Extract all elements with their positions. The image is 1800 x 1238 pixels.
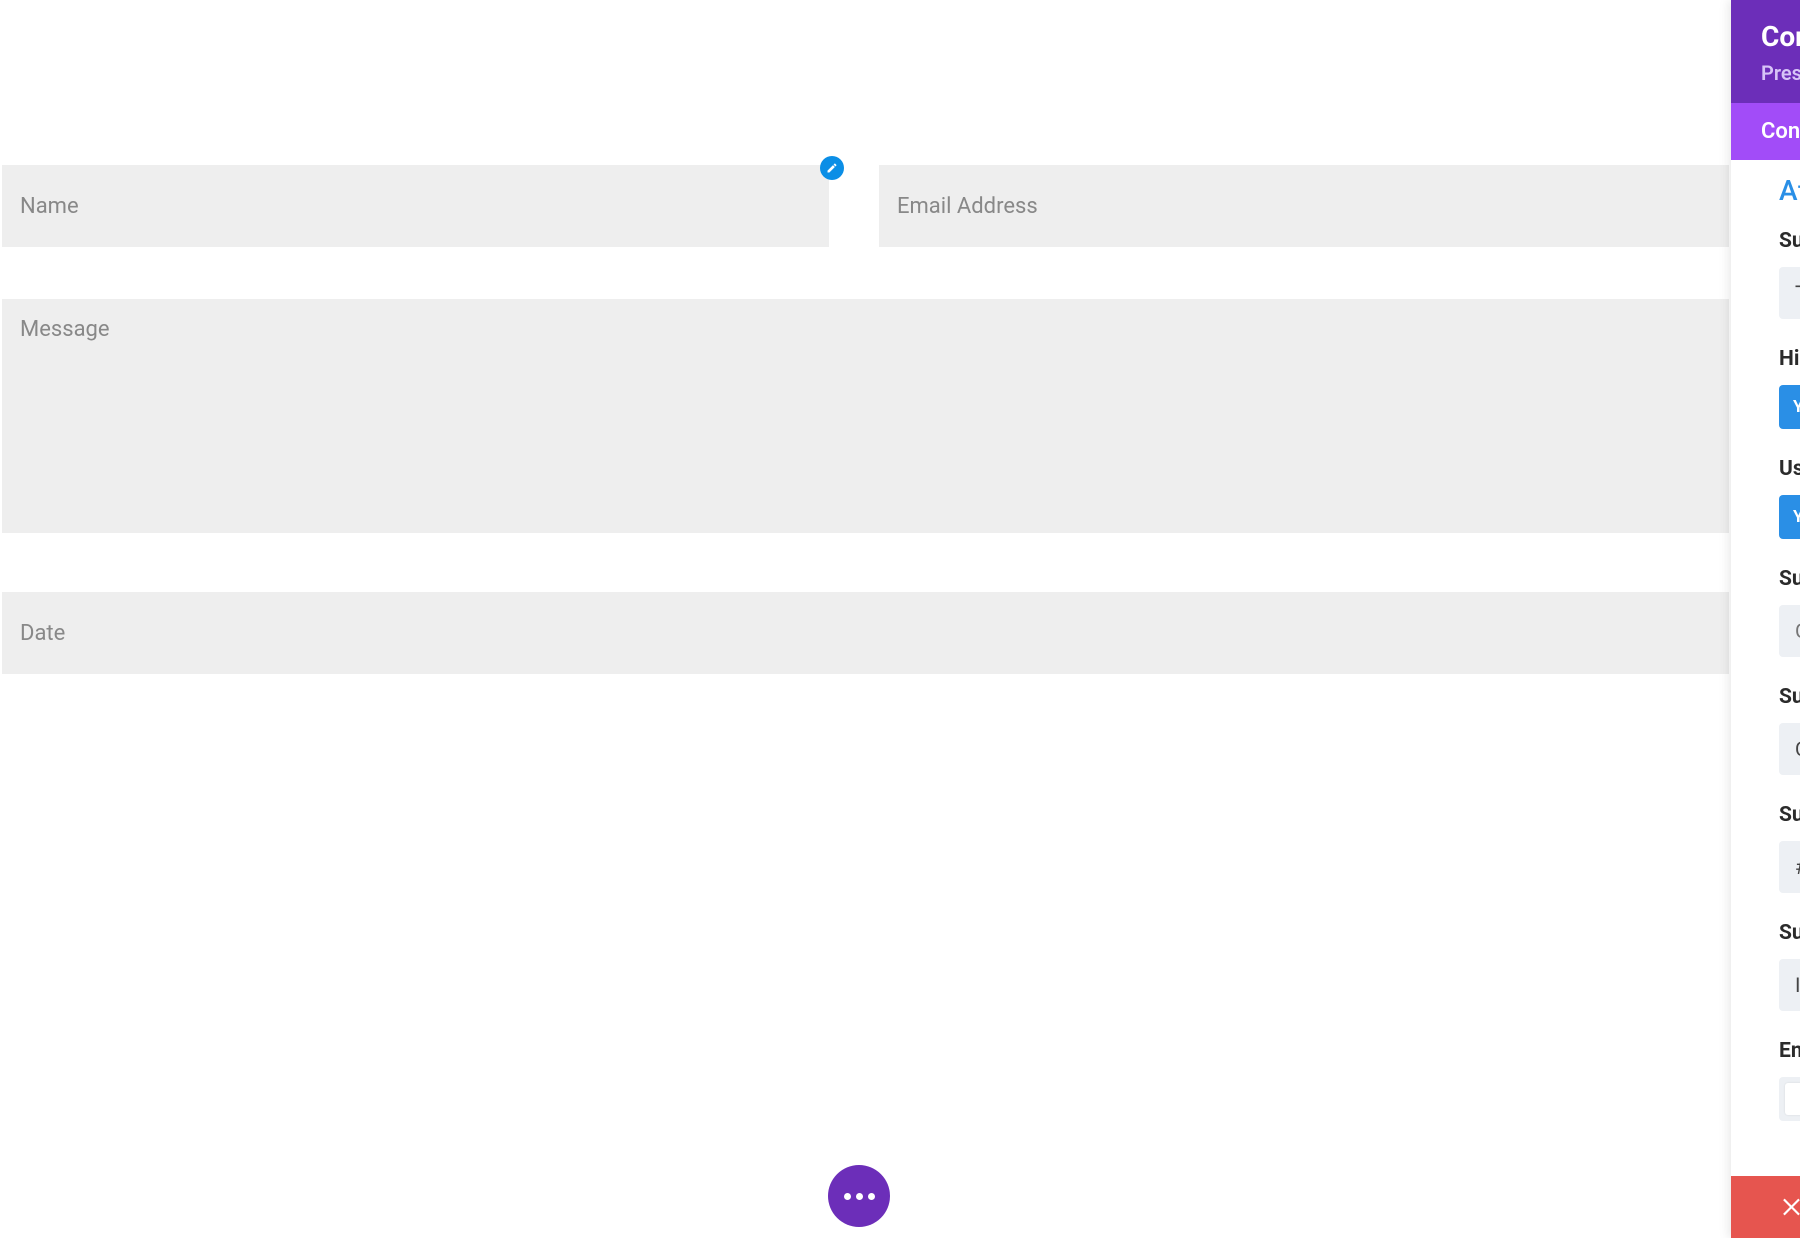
use-success-button-label: Use Success Button xyxy=(1779,457,1800,481)
button-text-input[interactable] xyxy=(1779,605,1800,657)
link-type-select[interactable]: Custom URL xyxy=(1779,723,1800,775)
custom-url-input[interactable] xyxy=(1779,841,1800,893)
hide-form-title-toggle[interactable]: YES xyxy=(1779,385,1800,429)
panel-body[interactable]: After Submission Behavior Success Messag… xyxy=(1731,160,1800,1176)
success-message-input[interactable] xyxy=(1779,267,1800,319)
hide-form-title-label: Hide Form Title xyxy=(1779,347,1800,371)
ellipsis-horizontal-icon xyxy=(844,1193,875,1200)
enable-redirect-label: Enable Redirect URL xyxy=(1779,1039,1800,1063)
name-field[interactable] xyxy=(2,165,829,247)
panel-header: Contact Form Settings Preset: Default xyxy=(1731,0,1800,103)
enable-redirect-toggle[interactable]: NO xyxy=(1779,1077,1800,1121)
panel-title: Contact Form Settings xyxy=(1761,20,1800,53)
email-field[interactable] xyxy=(879,165,1729,247)
success-message-label: Success Message xyxy=(1779,229,1800,253)
section-title[interactable]: After Submission Behavior xyxy=(1779,174,1800,207)
preset-selector[interactable]: Preset: Default xyxy=(1761,61,1800,85)
button-text-label: Success Button Custom Text xyxy=(1779,567,1800,591)
tab-content[interactable]: Content xyxy=(1731,103,1800,160)
pencil-icon xyxy=(826,162,838,174)
link-target-label: Success Button Link Target xyxy=(1779,921,1800,945)
page-actions-fab[interactable] xyxy=(828,1165,890,1227)
page-canvas xyxy=(0,0,1731,1238)
settings-tabs: Content Design Advanced xyxy=(1731,103,1800,160)
preset-label: Preset: Default xyxy=(1761,61,1800,85)
panel-footer xyxy=(1731,1176,1800,1238)
link-target-select[interactable]: In The Same Tab xyxy=(1779,959,1800,1011)
settings-panel: Contact Form Settings Preset: Default Co… xyxy=(1731,0,1800,1238)
use-success-button-toggle[interactable]: YES xyxy=(1779,495,1800,539)
cancel-button[interactable] xyxy=(1731,1176,1800,1238)
date-field[interactable] xyxy=(2,592,1729,674)
custom-url-label: Success Button Custom URL xyxy=(1779,803,1800,827)
close-icon xyxy=(1780,1194,1800,1220)
message-field[interactable] xyxy=(2,299,1729,533)
module-edit-badge[interactable] xyxy=(820,156,844,180)
link-type-label: Success Button Link Type xyxy=(1779,685,1800,709)
